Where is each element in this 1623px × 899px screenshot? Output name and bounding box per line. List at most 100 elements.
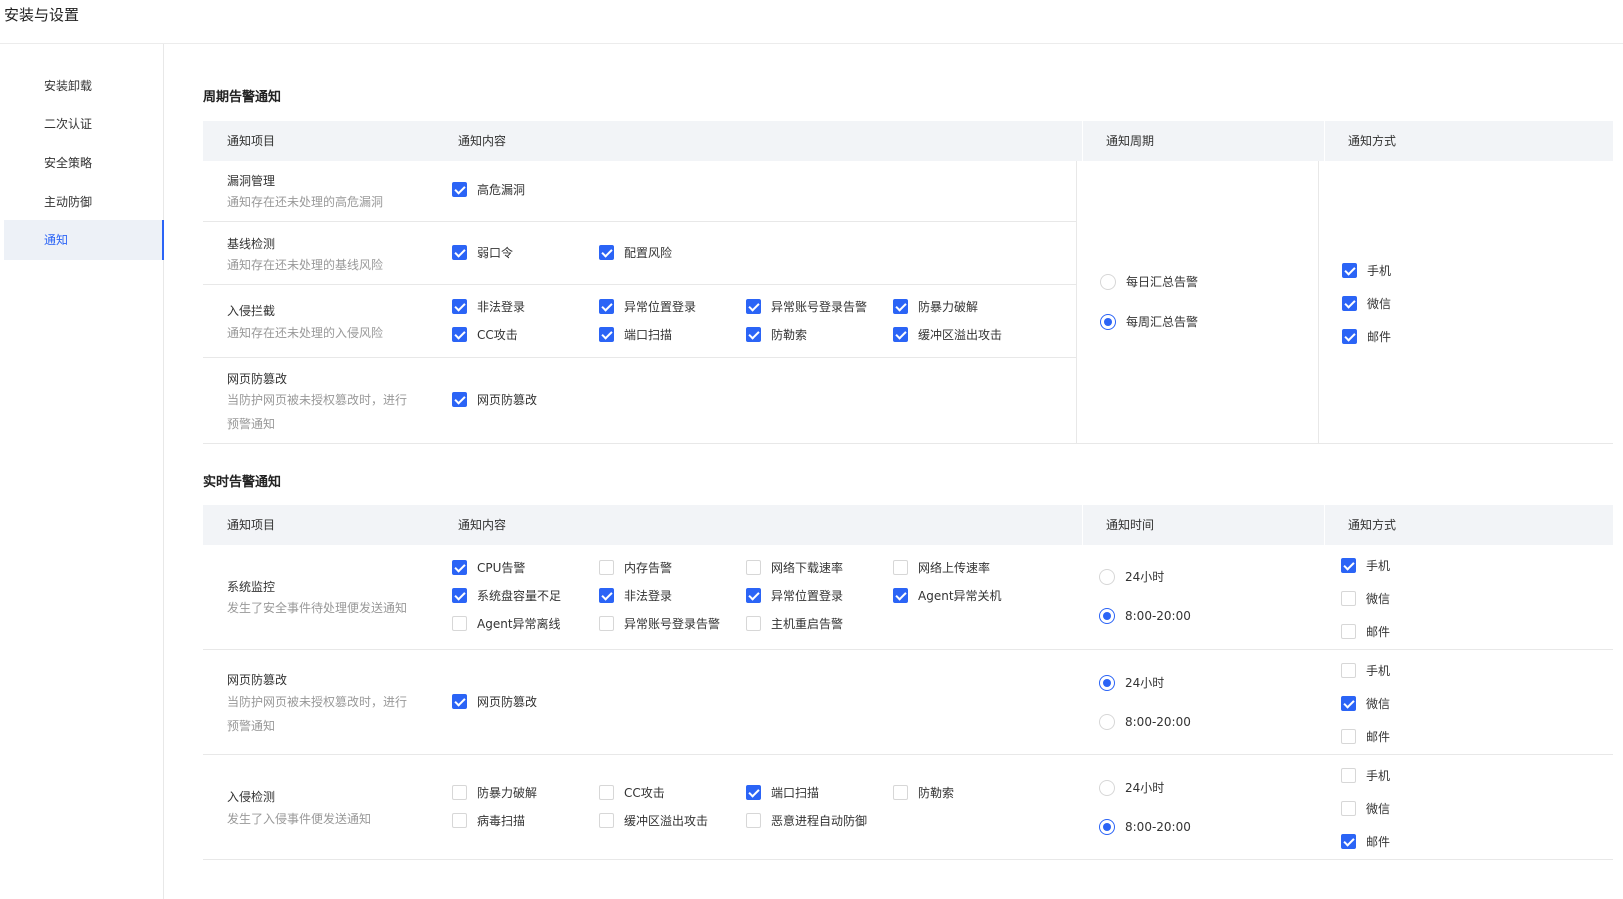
checkbox-checked-icon [452,182,467,197]
checkbox-illegal-login[interactable]: 非法登录 [452,298,525,315]
checkbox-unchecked-icon [599,813,614,828]
checkbox-abnormal-location-login[interactable]: 异常位置登录 [746,587,843,604]
checkbox-checked-icon [452,392,467,407]
checkbox-abnormal-account-login[interactable]: 异常账号登录告警 [746,298,867,315]
row-title: 网页防篡改 [227,673,288,687]
checkbox-method-wechat[interactable]: 微信 [1341,590,1390,607]
checkbox-method-wechat[interactable]: 微信 [1341,695,1390,712]
checkbox-abnormal-account-login[interactable]: 异常账号登录告警 [599,615,720,632]
sidebar-item-2fa[interactable]: 二次认证 [4,104,164,144]
checkbox-cc-attack[interactable]: CC攻击 [599,784,665,801]
checkbox-cpu-alarm[interactable]: CPU告警 [452,559,525,576]
checkbox-unchecked-icon [746,813,761,828]
radio-daily-summary[interactable]: 每日汇总告警 [1100,273,1198,290]
checkbox-checked-icon [1341,696,1356,711]
checkbox-brute-force[interactable]: 防暴力破解 [452,784,537,801]
checkbox-unchecked-icon [599,560,614,575]
sidebar-item-install[interactable]: 安装卸载 [4,66,164,106]
radio-unselected-icon [1099,568,1115,585]
checkbox-unchecked-icon [746,560,761,575]
checkbox-unchecked-icon [452,813,467,828]
radio-24h[interactable]: 24小时 [1099,674,1164,691]
checkbox-method-phone[interactable]: 手机 [1341,767,1390,784]
checkbox-buffer-overflow[interactable]: 缓冲区溢出攻击 [599,812,708,829]
radio-24h[interactable]: 24小时 [1099,568,1164,585]
radio-8-to-20[interactable]: 8:00-20:00 [1099,608,1191,624]
column-divider [1076,161,1077,443]
checkbox-upload-rate[interactable]: 网络上传速率 [893,559,990,576]
col-header-method: 通知方式 [1324,121,1396,161]
row-divider [203,443,1613,444]
checkbox-agent-offline[interactable]: Agent异常离线 [452,615,561,632]
col-header-cycle: 通知周期 [1082,121,1154,161]
main-content: 周期告警通知 通知项目 通知内容 通知周期 通知方式 漏洞管理 通知存在还未处理… [164,44,1623,899]
sidebar-item-active-defense[interactable]: 主动防御 [4,182,164,222]
radio-8-to-20[interactable]: 8:00-20:00 [1099,714,1191,730]
checkbox-method-phone[interactable]: 手机 [1341,662,1390,679]
radio-24h[interactable]: 24小时 [1099,779,1164,796]
radio-8-to-20[interactable]: 8:00-20:00 [1099,819,1191,835]
row-description: 通知存在还未处理的高危漏洞 [227,195,384,209]
checkbox-checked-icon [1342,263,1357,278]
col-header-method: 通知方式 [1324,505,1396,545]
col-header-content: 通知内容 [458,518,507,532]
checkbox-checked-icon [1341,558,1356,573]
sidebar-item-security-policy[interactable]: 安全策略 [4,143,164,183]
top-bar: 安装与设置 [0,0,1623,44]
checkbox-checked-icon [452,560,467,575]
checkbox-web-tamper[interactable]: 网页防篡改 [452,693,537,710]
checkbox-agent-shutdown[interactable]: Agent异常关机 [893,587,1002,604]
checkbox-abnormal-location-login[interactable]: 异常位置登录 [599,298,696,315]
checkbox-checked-icon [452,588,467,603]
checkbox-checked-icon [1341,834,1356,849]
checkbox-memory-alarm[interactable]: 内存告警 [599,559,672,576]
page-title: 安装与设置 [4,6,80,24]
checkbox-method-email[interactable]: 邮件 [1342,328,1391,345]
checkbox-method-phone[interactable]: 手机 [1342,262,1391,279]
row-description: 通知存在还未处理的入侵风险 [227,326,384,340]
row-title: 入侵拦截 [227,304,276,318]
checkbox-checked-icon [1342,329,1357,344]
radio-selected-icon [1099,819,1115,835]
checkbox-checked-icon [452,299,467,314]
checkbox-checked-icon [599,327,614,342]
checkbox-method-phone[interactable]: 手机 [1341,557,1390,574]
checkbox-method-email[interactable]: 邮件 [1341,833,1390,850]
checkbox-anti-ransomware[interactable]: 防勒索 [893,784,954,801]
checkbox-illegal-login[interactable]: 非法登录 [599,587,672,604]
checkbox-unchecked-icon [1341,663,1356,678]
radio-weekly-summary[interactable]: 每周汇总告警 [1100,313,1198,330]
checkbox-web-tamper[interactable]: 网页防篡改 [452,391,537,408]
checkbox-port-scan[interactable]: 端口扫描 [746,784,819,801]
checkbox-virus-scan[interactable]: 病毒扫描 [452,812,525,829]
checkbox-brute-force[interactable]: 防暴力破解 [893,298,978,315]
checkbox-high-risk-vuln[interactable]: 高危漏洞 [452,181,525,198]
checkbox-config-risk[interactable]: 配置风险 [599,244,672,261]
checkbox-port-scan[interactable]: 端口扫描 [599,326,672,343]
checkbox-host-restart[interactable]: 主机重启告警 [746,615,843,632]
checkbox-download-rate[interactable]: 网络下载速率 [746,559,843,576]
checkbox-checked-icon [599,588,614,603]
row-title: 基线检测 [227,237,276,251]
row-description: 发生了安全事件待处理便发送通知 [227,601,408,615]
checkbox-cc-attack[interactable]: CC攻击 [452,326,518,343]
radio-selected-icon [1099,674,1115,691]
checkbox-method-email[interactable]: 邮件 [1341,728,1390,745]
checkbox-unchecked-icon [452,616,467,631]
checkbox-anti-ransomware[interactable]: 防勒索 [746,326,807,343]
checkbox-disk-capacity[interactable]: 系统盘容量不足 [452,587,561,604]
sidebar-item-notification[interactable]: 通知 [4,220,164,260]
checkbox-unchecked-icon [599,785,614,800]
checkbox-checked-icon [599,299,614,314]
checkbox-method-email[interactable]: 邮件 [1341,623,1390,640]
checkbox-checked-icon [452,327,467,342]
periodic-section-title: 周期告警通知 [203,90,282,105]
row-divider [203,649,1613,650]
checkbox-malicious-process[interactable]: 恶意进程自动防御 [746,812,867,829]
checkbox-weak-password[interactable]: 弱口令 [452,244,513,261]
checkbox-method-wechat[interactable]: 微信 [1341,800,1390,817]
checkbox-method-wechat[interactable]: 微信 [1342,295,1391,312]
checkbox-unchecked-icon [1341,768,1356,783]
row-description: 发生了入侵事件便发送通知 [227,812,372,826]
checkbox-buffer-overflow[interactable]: 缓冲区溢出攻击 [893,326,1002,343]
